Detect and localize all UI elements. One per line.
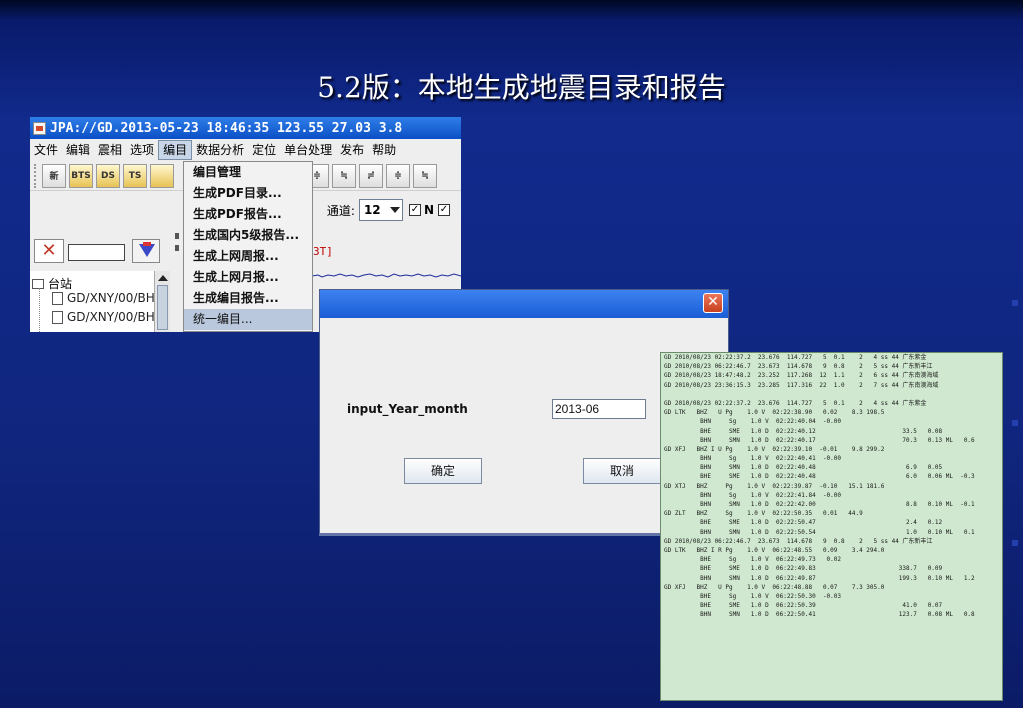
new-button[interactable]: 新 [42,163,66,188]
decorative-square [1012,300,1018,306]
channel-n-checkbox[interactable]: ✓ N [408,203,434,217]
dialog-titlebar[interactable]: ✕ [320,290,728,318]
filter-icon[interactable] [132,239,160,263]
report-line: GD 2010/08/23 23:36:15.3 23.285 117.316 … [664,381,939,389]
report-line: BHN SMN 1.0 D 06:22:50.41 123.7 0.08 ML … [664,611,975,619]
scroll-thumb[interactable] [157,285,168,330]
report-line: BHN SMN 1.0 D 06:22:49.87 199.3 0.10 ML … [664,574,975,582]
close-icon[interactable]: ✕ [703,293,723,313]
tree-scrollbar[interactable] [154,271,170,332]
menu-data-analysis[interactable]: 数据分析 [192,140,248,160]
channel-select[interactable]: 12 [358,199,403,221]
year-month-label: input_Year_month [347,402,468,416]
menu-publish[interactable]: 发布 [336,140,368,160]
report-line: GD 2010/08/23 06:22:46.7 23.673 114.678 … [664,537,933,545]
menu-catalog[interactable]: 编目 [158,140,193,160]
channel-label: 通道: [326,203,355,218]
report-lines: GD 2010/08/23 02:22:37.2 23.676 114.727 … [661,353,1002,619]
report-line: BHE Sg 1.0 V 06:22:50.30 -0.03 [664,592,842,600]
report-line: GD XFJ BHZ I U Pg 1.0 V 02:22:39.10 -0.0… [664,445,885,453]
report-line: GD LTK BHZ I R Pg 1.0 V 06:22:48.55 0.09… [664,546,885,554]
report-line: GD 2010/08/23 18:47:48.2 23.252 117.268 … [664,372,939,380]
report-line [661,390,1002,399]
java-app-icon [33,121,46,135]
menu-item-domestic-m5-report[interactable]: 生成国内5级报告... [184,225,312,246]
file-icon [52,291,63,305]
ts-button[interactable]: TS [123,163,147,188]
report-line: GD XTJ BHZ Pg 1.0 V 02:22:39.87 -0.10 15… [664,482,885,490]
window-title: JPA://GD.2013-05-23 18:46:35 123.55 27.0… [50,120,403,136]
cancel-button[interactable]: 取消 [583,458,661,484]
report-line: GD XFJ BHZ U Pg 1.0 V 06:22:48.88 0.07 7… [664,583,885,591]
menu-item-pdf-report[interactable]: 生成PDF报告... [184,204,312,225]
ds-button[interactable]: DS [96,163,120,188]
checkmark-icon: ✓ [408,204,421,216]
year-month-input[interactable]: 2013-06 [552,399,646,419]
report-line: GD LTK BHZ U Pg 1.0 V 02:22:38.90 0.02 8… [664,409,885,417]
slide-title: 5.2版：本地生成地震目录和报告 [317,71,726,104]
decorative-square [1012,420,1018,426]
menu-item-catalog-manage[interactable]: 编目管理 [184,162,312,183]
tree-item[interactable]: GD/XNY/00/BHN [52,291,164,305]
pick-tool-3-icon[interactable]: ≓ [359,163,383,188]
menu-phase[interactable]: 震相 [94,140,126,160]
menu-edit[interactable]: 编辑 [62,140,94,160]
ok-button[interactable]: 确定 [404,458,482,484]
menu-locate[interactable]: 定位 [248,140,280,160]
pick-tool-5-icon[interactable]: ≒ [413,163,437,188]
report-line: BHE SME 1.0 D 06:22:50.39 41.0 0.07 [664,602,943,610]
report-line: BHN SMN 1.0 D 02:22:50.54 1.0 0.10 ML 0.… [664,528,975,536]
report-line: BHN Sg 1.0 V 02:22:41.84 -0.00 [664,491,842,499]
channel-e-checkbox[interactable]: ✓ [438,204,453,216]
pick-tool-2-icon[interactable]: ≒ [332,163,356,188]
bts-button[interactable]: BTS [69,163,93,188]
report-line: BHN SMN 1.0 D 02:22:40.48 6.9 0.05 [664,464,943,472]
menu-help[interactable]: 帮助 [368,140,400,160]
report-line: GD 2010/08/23 02:22:37.2 23.676 114.727 … [664,399,927,407]
report-line: BHN Sg 1.0 V 02:22:40.41 -0.00 [664,455,842,463]
chevron-down-icon [389,207,400,213]
menu-single-station[interactable]: 单台处理 [280,140,336,160]
checkmark-icon: ✓ [438,204,450,216]
report-line: BHN Sg 1.0 V 02:22:40.04 -0.00 [664,418,842,426]
pick-tool-4-icon[interactable]: ≑ [386,163,410,188]
menu-file[interactable]: 文件 [30,140,62,160]
tree-root[interactable]: 台站 [32,275,72,292]
menu-item-catalog-report[interactable]: 生成编目报告... [184,288,312,309]
menu-item-unified-catalog[interactable]: 统一编目... [184,309,312,330]
tree-item[interactable]: GD/XNY/00/BHE [52,310,162,324]
report-line: BHN SMN 1.0 D 02:22:42.00 8.8 0.10 ML -0… [664,501,975,508]
catalog-menu: 编目管理 生成PDF目录... 生成PDF报告... 生成国内5级报告... 生… [183,161,313,332]
decorative-square [1012,540,1018,546]
report-line: GD 2010/08/23 02:22:37.2 23.676 114.727 … [664,354,927,361]
open-folder-icon[interactable] [150,163,174,188]
splitter-handle[interactable] [175,231,181,291]
report-line: BHE SME 1.0 D 06:22:49.83 338.7 0.09 [664,565,943,573]
report-line: BHN SMN 1.0 D 02:22:40.17 70.3 0.13 ML 0… [664,436,975,444]
menu-options[interactable]: 选项 [126,140,158,160]
tree-connector [39,288,40,332]
window-titlebar[interactable]: JPA://GD.2013-05-23 18:46:35 123.55 27.0… [30,117,461,139]
menu-item-pdf-catalog[interactable]: 生成PDF目录... [184,183,312,204]
folder-icon [32,278,44,289]
report-line: BHE Sg 1.0 V 06:22:49.73 0.02 [664,556,842,564]
waveform-trace [312,273,461,278]
report-line: BHE SME 1.0 D 02:22:40.12 33.5 0.08 [664,427,943,435]
menu-item-monthly-report[interactable]: 生成上网月报... [184,267,312,288]
report-line: GD ZLT BHZ Sg 1.0 V 02:22:50.35 0.01 44.… [664,510,863,518]
clear-icon[interactable]: ✕ [34,239,64,263]
chevron-up-icon [158,275,168,281]
menu-item-weekly-report[interactable]: 生成上网周报... [184,246,312,267]
report-line: GD 2010/08/23 06:22:46.7 23.673 114.678 … [664,363,933,371]
catalog-report-panel: GD 2010/08/23 02:22:37.2 23.676 114.727 … [660,352,1003,701]
waveform-label: 3T] [313,245,333,258]
report-line: BHE SME 1.0 D 02:22:40.48 6.0 0.06 ML -0… [664,473,975,481]
file-icon [52,310,63,324]
report-line: BHE SME 1.0 D 02:22:50.47 2.4 0.12 [664,519,943,527]
menubar: 文件 编辑 震相 选项 编目 数据分析 定位 单台处理 发布 帮助 [30,139,461,161]
station-search-input[interactable] [68,244,125,261]
toolbar-grip[interactable] [34,163,38,188]
station-tree: 台站 GD/XNY/00/BHN GD/XNY/00/BHE [30,271,170,332]
